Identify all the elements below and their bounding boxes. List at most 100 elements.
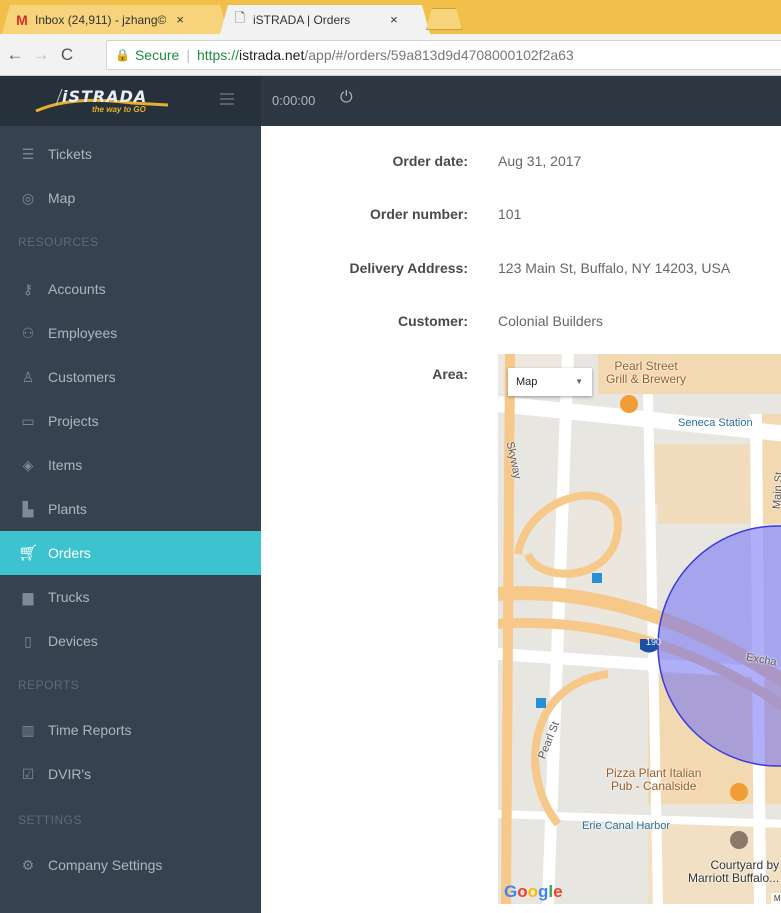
url-input[interactable]: 🔒 Secure | https:// istrada.net /app/#/o… [106, 40, 781, 70]
back-arrow-icon[interactable]: ← [4, 45, 26, 65]
sidebar-item-trucks[interactable]: ▆ Trucks [0, 575, 261, 619]
hotel-marker-icon[interactable] [730, 831, 748, 849]
tab-title: Inbox (24,911) - jzhang© [35, 12, 167, 27]
map-label-interstate: 190 [646, 637, 662, 647]
order-number-row: Order number: 101 [261, 206, 781, 226]
map-label-erie-canal: Erie Canal Harbor [582, 820, 671, 832]
new-tab-button[interactable] [426, 8, 462, 30]
sidebar-item-label: Devices [48, 633, 98, 649]
tab-istrada-orders[interactable]: 🗋 iSTRADA | Orders × [220, 5, 430, 34]
delivery-address-row: Delivery Address: 123 Main St, Buffalo, … [261, 260, 781, 280]
tab-close-button[interactable]: × [176, 12, 184, 27]
truck-icon: ▆ [22, 588, 34, 605]
reload-icon[interactable]: C [56, 45, 78, 65]
key-icon: ⚷ [22, 280, 34, 297]
sidebar-item-items[interactable]: ◈ Items [0, 443, 261, 487]
timer-display: 0:00:00 [272, 93, 316, 108]
sidebar-item-plants[interactable]: ▙ Plants [0, 487, 261, 531]
sidebar-item-time-reports[interactable]: ▥ Time Reports [0, 708, 261, 752]
delivery-address-label: Delivery Address: [349, 260, 468, 276]
transit-marker-icon [592, 573, 602, 583]
menu-toggle-icon[interactable] [220, 93, 234, 107]
folder-icon: ▭ [21, 412, 35, 429]
secure-label: Secure [134, 47, 180, 63]
logo-tagline: the way to GO [92, 105, 146, 114]
sidebar-item-projects[interactable]: ▭ Projects [0, 399, 261, 443]
map-pin-icon: ◎ [21, 189, 35, 206]
sidebar-item-label: Orders [48, 545, 91, 561]
bar-chart-icon: ▥ [21, 721, 35, 738]
logo-area: iSTRADA the way to GO [0, 76, 261, 126]
lock-icon: 🔒 [115, 48, 130, 62]
sidebar-item-label: Trucks [48, 589, 90, 605]
logo-text: iSTRADA [62, 87, 148, 106]
restaurant-marker-icon[interactable] [620, 395, 638, 413]
order-date-label: Order date: [392, 153, 468, 169]
order-number-label: Order number: [369, 206, 468, 222]
gear-icon: ⚙ [21, 856, 35, 873]
address-bar-row: ← → C 🔒 Secure | https:// istrada.net /a… [0, 34, 781, 76]
area-label: Area: [432, 366, 468, 382]
sidebar-item-devices[interactable]: ▯ Devices [0, 619, 261, 663]
checkbox-icon: ☑ [21, 765, 35, 782]
page-icon: 🗋 [234, 9, 246, 25]
map-label-main-st: Main St [770, 471, 781, 510]
tab-close-button[interactable]: × [390, 12, 398, 27]
map-label-seneca-station: Seneca Station [678, 417, 753, 429]
order-details: Order date: Aug 31, 2017 Order number: 1… [261, 126, 781, 913]
tab-title: iSTRADA | Orders [253, 12, 351, 27]
sidebar-item-label: Plants [48, 501, 87, 517]
url-host: istrada.net [238, 47, 305, 63]
map-label-pizza-plant: Pizza Plant Italian Pub - Canalside [606, 766, 702, 793]
google-logo: Google [504, 882, 563, 901]
sidebar-item-tickets[interactable]: ☰ Tickets [0, 132, 261, 176]
sidebar-item-dvirs[interactable]: ☑ DVIR's [0, 752, 261, 796]
sidebar-item-label: Time Reports [48, 722, 132, 738]
factory-icon: ▙ [22, 500, 34, 517]
sidebar-item-orders[interactable]: 🛒︎ Orders [0, 531, 261, 575]
map-type-value: Map [516, 376, 538, 388]
order-date-value: Aug 31, 2017 [498, 153, 582, 169]
map-type-select[interactable]: Map ▼ [508, 368, 592, 396]
app-header: iSTRADA the way to GO 0:00:00 ⏻ [0, 76, 781, 126]
map-label-courtyard: Courtyard by Marriott Buffalo... [688, 858, 780, 885]
sidebar-item-label: Customers [48, 369, 116, 385]
map-attribution[interactable]: Ma [770, 893, 781, 904]
order-number-value: 101 [498, 206, 522, 222]
order-date-row: Order date: Aug 31, 2017 [261, 153, 781, 173]
sidebar-item-company-settings[interactable]: ⚙ Company Settings [0, 843, 261, 887]
section-label-reports: REPORTS [18, 678, 80, 692]
sidebar-item-label: Map [48, 190, 76, 206]
sidebar-item-map[interactable]: ◎ Map [0, 176, 261, 220]
url-separator: | [186, 47, 190, 63]
istrada-logo[interactable]: iSTRADA the way to GO [32, 85, 172, 117]
delivery-address-value: 123 Main St, Buffalo, NY 14203, USA [498, 260, 731, 276]
section-label-resources: RESOURCES [18, 235, 99, 249]
url-path: /app/#/orders/59a813d9d4708000102f2a63 [304, 47, 574, 63]
customer-label: Customer: [397, 313, 468, 329]
section-label-settings: SETTINGS [18, 813, 83, 827]
forward-arrow-icon[interactable]: → [30, 45, 52, 65]
area-map[interactable]: Map ▼ Pearl Street Grill & Brewery Senec… [498, 354, 781, 904]
browser-tab-bar: M Inbox (24,911) - jzhang© × 🗋 iSTRADA |… [0, 0, 781, 34]
transit-marker-icon [536, 698, 546, 708]
phone-icon: ▯ [24, 632, 32, 649]
user-icon: ♙ [21, 368, 35, 385]
sidebar-item-label: DVIR's [48, 766, 92, 782]
chevron-down-icon: ▼ [575, 377, 583, 386]
sidebar-item-employees[interactable]: ⚇ Employees [0, 311, 261, 355]
map-label-pearl-street-grill: Pearl Street Grill & Brewery [606, 359, 687, 386]
sidebar-item-label: Employees [48, 325, 118, 341]
sidebar-item-label: Tickets [48, 146, 92, 162]
sidebar: ☰ Tickets ◎ Map RESOURCES ⚷ Accounts ⚇ E… [0, 126, 261, 913]
tab-inbox[interactable]: M Inbox (24,911) - jzhang© × [2, 5, 228, 34]
customer-row: Customer: Colonial Builders [261, 313, 781, 333]
sidebar-item-accounts[interactable]: ⚷ Accounts [0, 267, 261, 311]
sidebar-item-label: Company Settings [48, 857, 163, 873]
sidebar-item-label: Projects [48, 413, 99, 429]
restaurant-marker-icon[interactable] [730, 783, 748, 801]
box-icon: ◈ [22, 456, 34, 473]
customer-value: Colonial Builders [498, 313, 604, 329]
sidebar-item-customers[interactable]: ♙ Customers [0, 355, 261, 399]
power-icon[interactable]: ⏻ [340, 89, 353, 107]
